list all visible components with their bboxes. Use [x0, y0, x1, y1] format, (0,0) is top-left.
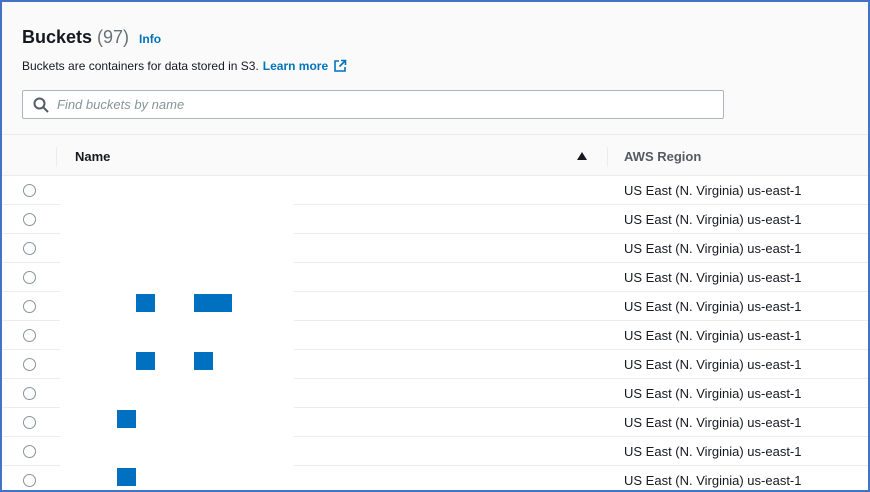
redaction-block [136, 352, 155, 370]
bucket-region: US East (N. Virginia) us-east-1 [624, 386, 802, 401]
redaction-block [136, 294, 155, 312]
redaction-block [117, 410, 136, 428]
description-text: Buckets are containers for data stored i… [22, 59, 259, 73]
bucket-region: US East (N. Virginia) us-east-1 [624, 270, 802, 285]
bucket-region: US East (N. Virginia) us-east-1 [624, 357, 802, 372]
external-link-icon [334, 59, 347, 72]
description-row: Buckets are containers for data stored i… [22, 59, 347, 73]
bucket-region: US East (N. Virginia) us-east-1 [624, 241, 802, 256]
table-header: Name AWS Region [2, 134, 868, 176]
redaction-block [117, 468, 136, 486]
column-divider [56, 147, 57, 167]
bucket-region: US East (N. Virginia) us-east-1 [624, 473, 802, 488]
redacted-names-area [60, 176, 294, 490]
info-link[interactable]: Info [139, 32, 161, 46]
redaction-block [194, 294, 232, 312]
row-select-radio[interactable] [23, 387, 36, 400]
bucket-count: (97) [97, 27, 130, 47]
bucket-region: US East (N. Virginia) us-east-1 [624, 212, 802, 227]
buckets-header: Buckets (97) Info Buckets are containers… [2, 2, 868, 134]
row-select-radio[interactable] [23, 416, 36, 429]
column-divider [607, 147, 608, 167]
sort-ascending-icon[interactable] [577, 152, 587, 160]
row-select-radio[interactable] [23, 358, 36, 371]
redaction-block [194, 352, 213, 370]
bucket-region: US East (N. Virginia) us-east-1 [624, 328, 802, 343]
bucket-region: US East (N. Virginia) us-east-1 [624, 444, 802, 459]
row-select-radio[interactable] [23, 474, 36, 487]
search-icon [33, 97, 49, 113]
bucket-region: US East (N. Virginia) us-east-1 [624, 415, 802, 430]
column-header-name[interactable]: Name [75, 149, 110, 164]
column-header-region[interactable]: AWS Region [624, 149, 701, 164]
page-title: Buckets [22, 27, 93, 47]
search-field[interactable] [22, 90, 724, 119]
search-input[interactable] [57, 97, 697, 112]
row-select-radio[interactable] [23, 445, 36, 458]
row-select-radio[interactable] [23, 184, 36, 197]
row-select-radio[interactable] [23, 213, 36, 226]
row-select-radio[interactable] [23, 271, 36, 284]
title-row: Buckets (97) Info [22, 27, 161, 48]
s3-buckets-panel: Buckets (97) Info Buckets are containers… [0, 0, 870, 492]
row-select-radio[interactable] [23, 329, 36, 342]
learn-more-label: Learn more [262, 59, 329, 73]
row-select-radio[interactable] [23, 300, 36, 313]
learn-more-link[interactable]: Learn more [263, 59, 347, 73]
row-select-radio[interactable] [23, 242, 36, 255]
bucket-region: US East (N. Virginia) us-east-1 [624, 299, 802, 314]
bucket-region: US East (N. Virginia) us-east-1 [624, 183, 802, 198]
